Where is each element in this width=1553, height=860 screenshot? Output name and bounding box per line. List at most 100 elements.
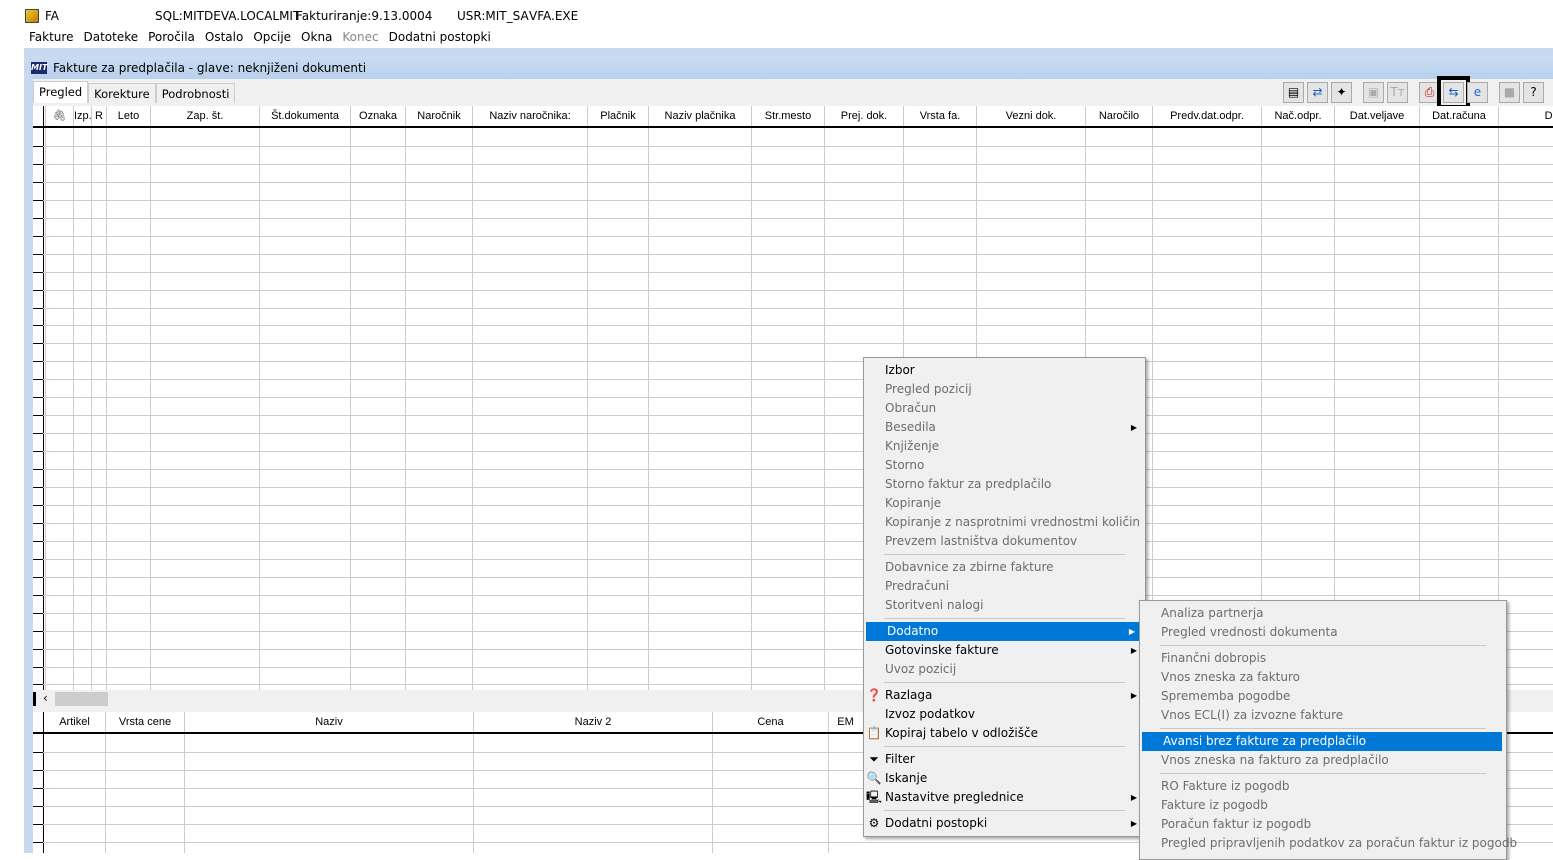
menu-item-label: Obračun bbox=[885, 401, 937, 415]
tab-pregled[interactable]: Pregled bbox=[33, 81, 89, 103]
menu-item-label: RO Fakture iz pogodb bbox=[1161, 779, 1290, 793]
tab-podrobnosti[interactable]: Podrobnosti bbox=[155, 83, 236, 103]
menu-item-knjizenje[interactable]: Knjiženje bbox=[864, 437, 1145, 456]
menu-item-storno-faktur-za-predplacilo[interactable]: Storno faktur za predplačilo bbox=[864, 475, 1145, 494]
table-row[interactable] bbox=[33, 325, 1553, 327]
menu-item-label: Dobavnice za zbirne fakture bbox=[885, 560, 1054, 574]
pdf-button[interactable]: ⎙ bbox=[1419, 81, 1440, 103]
menu-porocila[interactable]: Poročila bbox=[143, 30, 200, 44]
table-row[interactable] bbox=[33, 235, 1553, 237]
table-row[interactable] bbox=[33, 487, 1553, 488]
table-row[interactable] bbox=[33, 217, 1553, 219]
menu-item-predracuni[interactable]: Predračuni bbox=[864, 577, 1145, 596]
magic-wand-button[interactable]: ✦ bbox=[1331, 81, 1352, 103]
menu-fakture[interactable]: Fakture bbox=[24, 30, 78, 44]
font-button[interactable]: Tт bbox=[1387, 81, 1408, 103]
menu-item-sprememba-pogodbe[interactable]: Sprememba pogodbe bbox=[1140, 687, 1506, 706]
menu-item-kopiranje[interactable]: Kopiranje bbox=[864, 494, 1145, 513]
menu-item-obracun[interactable]: Obračun bbox=[864, 399, 1145, 418]
menu-item-label: Predračuni bbox=[885, 579, 950, 593]
menu-item-nastavitve-preglednice[interactable]: Nastavitve preglednice 🖳 ▶ bbox=[864, 788, 1145, 807]
menu-item-vnos-ecl-i-za-izvozne-fakture[interactable]: Vnos ECL(I) za izvozne fakture bbox=[1140, 706, 1506, 725]
menu-item-vnos-zneska-na-fakturo-za-predplacilo[interactable]: Vnos zneska na fakturo za predplačilo bbox=[1140, 751, 1506, 770]
table-row[interactable] bbox=[33, 594, 1553, 596]
menu-item-financni-dobropis[interactable]: Finančni dobropis bbox=[1140, 649, 1506, 668]
row-marker bbox=[33, 648, 43, 650]
transfer-button[interactable]: ⇆ bbox=[1437, 75, 1470, 109]
menu-item-iskanje[interactable]: Iskanje 🔍 bbox=[864, 769, 1145, 788]
menu-item-kopiraj-tabelo-v-odlozisce[interactable]: Kopiraj tabelo v odložišče 📋 bbox=[864, 724, 1145, 743]
tab-strip: Pregled Korekture Podrobnosti bbox=[33, 81, 236, 103]
menu-item-avansi-brez-fakture-za-predplacilo[interactable]: Avansi brez fakture za predplačilo bbox=[1142, 732, 1502, 751]
menu-item-analiza-partnerja[interactable]: Analiza partnerja bbox=[1140, 604, 1506, 623]
table-row[interactable] bbox=[33, 576, 1553, 578]
row-marker bbox=[33, 522, 43, 524]
menu-item-prevzem-lastnistva-dokumentov[interactable]: Prevzem lastništva dokumentov bbox=[864, 532, 1145, 551]
menu-item-pregled-pripravljenih-podatkov-za-poracun-faktur-iz-pogodb[interactable]: Pregled pripravljenih podatkov za poraču… bbox=[1140, 834, 1517, 853]
menu-item-storno[interactable]: Storno bbox=[864, 456, 1145, 475]
menu-item-razlaga[interactable]: Razlaga ❓ ▶ bbox=[864, 686, 1145, 705]
menu-item-dodatni-postopki[interactable]: Dodatni postopki ⚙ ▶ bbox=[864, 814, 1145, 833]
menu-item-label: Iskanje bbox=[885, 771, 928, 785]
table-row[interactable] bbox=[33, 522, 1553, 524]
menu-separator bbox=[1160, 773, 1486, 774]
row-marker bbox=[33, 343, 43, 345]
scroll-thumb[interactable] bbox=[55, 692, 108, 706]
table-row[interactable] bbox=[33, 451, 1553, 453]
menu-item-fakture-iz-pogodb[interactable]: Fakture iz pogodb bbox=[1140, 796, 1506, 815]
table-row[interactable] bbox=[33, 163, 1553, 165]
menu-item-dodatno[interactable]: Dodatno ▶ bbox=[866, 622, 1143, 641]
table-row[interactable] bbox=[33, 361, 1553, 363]
menu-item-storitveni-nalogi[interactable]: Storitveni nalogi bbox=[864, 596, 1145, 615]
table-row[interactable] bbox=[33, 433, 1553, 435]
document-button[interactable]: ▤ bbox=[1283, 81, 1304, 103]
table-row[interactable] bbox=[33, 540, 1553, 542]
table-row[interactable] bbox=[33, 397, 1553, 399]
gray-square-button[interactable]: ■ bbox=[1499, 81, 1520, 103]
table-row[interactable] bbox=[33, 379, 1553, 381]
tab-korekture[interactable]: Korekture bbox=[88, 83, 156, 103]
menu-datoteke[interactable]: Datoteke bbox=[78, 30, 143, 44]
table-row[interactable] bbox=[33, 289, 1553, 291]
font-icon: Tт bbox=[1390, 85, 1405, 99]
menu-item-kopiranje-z-nasprotnimi-vrednostmi-kolicin[interactable]: Kopiranje z nasprotnimi vrednostmi količ… bbox=[864, 513, 1145, 532]
internet-explorer-button[interactable]: e bbox=[1467, 81, 1488, 103]
menu-dodatni-postopki[interactable]: Dodatni postopki bbox=[384, 30, 496, 44]
menu-opcije[interactable]: Opcije bbox=[248, 30, 296, 44]
table-row[interactable] bbox=[33, 181, 1553, 183]
menu-item-filter[interactable]: Filter ⏷ bbox=[864, 750, 1145, 769]
menu-okna[interactable]: Okna bbox=[296, 30, 337, 44]
menu-item-ro-fakture-iz-pogodb[interactable]: RO Fakture iz pogodb bbox=[1140, 777, 1506, 796]
row-marker bbox=[33, 397, 43, 399]
table-row[interactable] bbox=[33, 504, 1553, 506]
scroll-left-icon[interactable]: ‹ bbox=[43, 691, 48, 705]
row-marker bbox=[33, 612, 43, 614]
refresh-icon: ⇄ bbox=[1312, 85, 1323, 99]
menu-item-vnos-zneska-za-fakturo[interactable]: Vnos zneska za fakturo bbox=[1140, 668, 1506, 687]
table-row[interactable] bbox=[33, 558, 1553, 560]
table-row[interactable] bbox=[33, 199, 1553, 201]
table-row[interactable] bbox=[33, 415, 1553, 417]
menu-item-label: Vnos ECL(I) za izvozne fakture bbox=[1161, 708, 1344, 722]
help-button[interactable]: ? bbox=[1523, 81, 1544, 103]
menu-item-poracun-faktur-iz-pogodb[interactable]: Poračun faktur iz pogodb bbox=[1140, 815, 1506, 834]
menu-item-besedila[interactable]: Besedila ▶ bbox=[864, 418, 1145, 437]
bag-button[interactable]: ▣ bbox=[1363, 81, 1384, 103]
menu-item-pregled-pozicij[interactable]: Pregled pozicij bbox=[864, 380, 1145, 399]
menu-item-izbor[interactable]: Izbor bbox=[864, 361, 1145, 380]
menu-item-gotovinske-fakture[interactable]: Gotovinske fakture ▶ bbox=[864, 641, 1145, 660]
table-row[interactable] bbox=[33, 307, 1553, 309]
table-row[interactable] bbox=[33, 469, 1553, 471]
table-row[interactable] bbox=[33, 253, 1553, 255]
menu-item-uvoz-pozicij[interactable]: Uvoz pozicij bbox=[864, 660, 1145, 679]
menu-item-dobavnice-za-zbirne-fakture[interactable]: Dobavnice za zbirne fakture bbox=[864, 558, 1145, 577]
table-row[interactable] bbox=[33, 271, 1553, 273]
table-row[interactable] bbox=[33, 343, 1553, 345]
menu-ostalo[interactable]: Ostalo bbox=[200, 30, 248, 44]
menu-item-izvoz-podatkov[interactable]: Izvoz podatkov bbox=[864, 705, 1145, 724]
table-row[interactable] bbox=[33, 145, 1553, 147]
refresh-button[interactable]: ⇄ bbox=[1307, 81, 1328, 103]
menu-konec[interactable]: Konec bbox=[337, 30, 383, 44]
row-marker bbox=[33, 487, 43, 488]
menu-item-pregled-vrednosti-dokumenta[interactable]: Pregled vrednosti dokumenta bbox=[1140, 623, 1506, 642]
